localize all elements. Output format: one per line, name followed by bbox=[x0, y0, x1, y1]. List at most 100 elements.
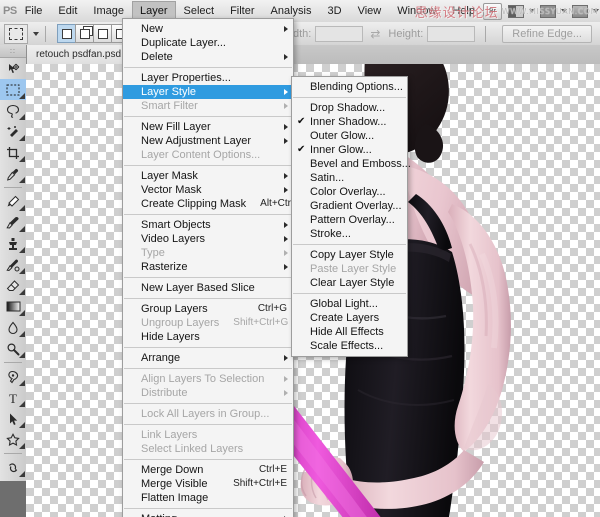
menu-item-drop-shadow[interactable]: Drop Shadow... bbox=[292, 101, 407, 115]
pen-tool[interactable] bbox=[0, 366, 26, 387]
dodge-tool[interactable] bbox=[0, 338, 26, 359]
menu-item-duplicate-layer[interactable]: Duplicate Layer... bbox=[123, 36, 293, 50]
swap-width-height-icon[interactable]: ⇄ bbox=[370, 27, 380, 41]
move-tool[interactable] bbox=[0, 58, 26, 79]
menu-edit[interactable]: Edit bbox=[50, 1, 85, 21]
width-input[interactable] bbox=[315, 25, 364, 42]
screen-mode-chevron-down-icon[interactable] bbox=[592, 9, 599, 13]
menu-help[interactable]: Help bbox=[444, 1, 483, 21]
layer-menu-dropdown[interactable]: New Duplicate Layer... Delete Layer Propert… bbox=[122, 18, 307, 517]
flyout-triangle-icon[interactable] bbox=[19, 135, 25, 141]
menu-item-hide-all-effects[interactable]: Hide All Effects bbox=[292, 325, 407, 339]
menu-item-blending-options[interactable]: Blending Options... bbox=[292, 80, 407, 94]
launch-bridge-button[interactable]: Br bbox=[482, 2, 502, 20]
screen-mode-icon[interactable] bbox=[571, 4, 588, 18]
blur-tool[interactable] bbox=[0, 317, 26, 338]
menu-item-new[interactable]: New bbox=[123, 22, 293, 36]
flyout-triangle-icon[interactable] bbox=[19, 268, 25, 274]
view-extras-icon[interactable] bbox=[507, 4, 524, 18]
menu-item-vector-mask[interactable]: Vector Mask bbox=[123, 183, 293, 197]
menu-item-create-clipping-mask[interactable]: Create Clipping Mask Alt+Ctrl+G bbox=[123, 197, 307, 211]
flyout-triangle-icon[interactable] bbox=[19, 380, 25, 386]
flyout-triangle-icon[interactable] bbox=[19, 443, 25, 449]
menu-item-new-layer-based-slice[interactable]: New Layer Based Slice bbox=[123, 281, 293, 295]
menu-item-color-overlay[interactable]: Color Overlay... bbox=[292, 185, 407, 199]
flyout-triangle-icon[interactable] bbox=[19, 401, 25, 407]
rectangular-marquee-tool[interactable] bbox=[0, 79, 26, 100]
height-input[interactable] bbox=[427, 25, 476, 42]
menu-item-inner-glow[interactable]: ✔ Inner Glow... bbox=[292, 143, 407, 157]
menu-item-video-layers[interactable]: Video Layers bbox=[123, 232, 293, 246]
menu-item-rasterize[interactable]: Rasterize bbox=[123, 260, 293, 274]
brush-tool[interactable] bbox=[0, 212, 26, 233]
menu-item-bevel-and-emboss[interactable]: Bevel and Emboss... bbox=[292, 157, 411, 171]
lasso-tool[interactable] bbox=[0, 100, 26, 121]
view-extras-chevron-down-icon[interactable] bbox=[528, 9, 535, 13]
menu-window[interactable]: Window bbox=[389, 1, 444, 21]
path-selection-tool[interactable] bbox=[0, 408, 26, 429]
gradient-tool[interactable] bbox=[0, 296, 26, 317]
menu-item-smart-objects[interactable]: Smart Objects bbox=[123, 218, 293, 232]
menu-item-layer-properties[interactable]: Layer Properties... bbox=[123, 71, 293, 85]
flyout-triangle-icon[interactable] bbox=[19, 331, 25, 337]
menu-item-matting[interactable]: Matting bbox=[123, 512, 293, 517]
menu-item-layer-mask[interactable]: Layer Mask bbox=[123, 169, 293, 183]
flyout-triangle-icon[interactable] bbox=[19, 93, 25, 99]
menu-item-gradient-overlay[interactable]: Gradient Overlay... bbox=[292, 199, 407, 213]
3d-rotate-tool[interactable] bbox=[0, 457, 26, 478]
arrange-documents-icon[interactable] bbox=[539, 4, 556, 18]
quick-selection-tool[interactable] bbox=[0, 121, 26, 142]
layer-style-submenu[interactable]: Blending Options... Drop Shadow... ✔ Inner … bbox=[291, 76, 411, 357]
flyout-triangle-icon[interactable] bbox=[19, 156, 25, 162]
menu-item-pattern-overlay[interactable]: Pattern Overlay... bbox=[292, 213, 407, 227]
menu-item-layer-style[interactable]: Layer Style bbox=[123, 85, 293, 99]
menu-3d[interactable]: 3D bbox=[320, 1, 350, 21]
horizontal-type-tool[interactable]: T bbox=[0, 387, 26, 408]
menu-item-scale-effects[interactable]: Scale Effects... bbox=[292, 339, 407, 353]
spot-healing-brush-tool[interactable] bbox=[0, 191, 26, 212]
flyout-triangle-icon[interactable] bbox=[19, 289, 25, 295]
flyout-triangle-icon[interactable] bbox=[19, 114, 25, 120]
refine-edge-button[interactable]: Refine Edge... bbox=[502, 24, 592, 43]
menu-view[interactable]: View bbox=[350, 1, 390, 21]
tool-preset-picker[interactable] bbox=[4, 23, 28, 44]
flyout-triangle-icon[interactable] bbox=[19, 471, 25, 477]
menu-item-outer-glow[interactable]: Outer Glow... bbox=[292, 129, 407, 143]
menu-item-merge-down[interactable]: Merge Down Ctrl+E bbox=[123, 463, 293, 477]
menu-item-copy-layer-style[interactable]: Copy Layer Style bbox=[292, 248, 407, 262]
subtract-from-selection-button[interactable] bbox=[93, 24, 112, 43]
menu-item-stroke[interactable]: Stroke... bbox=[292, 227, 407, 241]
tool-preset-chevron-down-icon[interactable] bbox=[33, 31, 39, 36]
clone-stamp-tool[interactable] bbox=[0, 233, 26, 254]
menu-item-new-adjustment-layer[interactable]: New Adjustment Layer bbox=[123, 134, 293, 148]
menu-file[interactable]: File bbox=[17, 1, 51, 21]
menu-item-hide-layers[interactable]: Hide Layers bbox=[123, 330, 293, 344]
flyout-triangle-icon[interactable] bbox=[19, 226, 25, 232]
menu-item-merge-visible[interactable]: Merge Visible Shift+Ctrl+E bbox=[123, 477, 293, 491]
menu-item-group-layers[interactable]: Group Layers Ctrl+G bbox=[123, 302, 293, 316]
menu-item-clear-layer-style[interactable]: Clear Layer Style bbox=[292, 276, 407, 290]
menu-item-delete[interactable]: Delete bbox=[123, 50, 293, 64]
flyout-triangle-icon[interactable] bbox=[19, 205, 25, 211]
new-selection-button[interactable] bbox=[57, 24, 76, 43]
menu-item-arrange[interactable]: Arrange bbox=[123, 351, 293, 365]
add-to-selection-button[interactable] bbox=[75, 24, 94, 43]
menu-item-new-fill-layer[interactable]: New Fill Layer bbox=[123, 120, 293, 134]
menu-item-flatten-image[interactable]: Flatten Image bbox=[123, 491, 293, 505]
eraser-tool[interactable] bbox=[0, 275, 26, 296]
custom-shape-tool[interactable] bbox=[0, 429, 26, 450]
eyedropper-tool[interactable] bbox=[0, 163, 26, 184]
history-brush-tool[interactable] bbox=[0, 254, 26, 275]
flyout-triangle-icon[interactable] bbox=[19, 247, 25, 253]
menu-item-satin[interactable]: Satin... bbox=[292, 171, 407, 185]
menu-item-create-layers[interactable]: Create Layers bbox=[292, 311, 407, 325]
flyout-triangle-icon[interactable] bbox=[19, 422, 25, 428]
arrange-documents-chevron-down-icon[interactable] bbox=[560, 9, 567, 13]
toolbox-grip[interactable]: :: bbox=[0, 45, 26, 58]
menu-item-inner-shadow[interactable]: ✔ Inner Shadow... bbox=[292, 115, 407, 129]
crop-tool[interactable] bbox=[0, 142, 26, 163]
flyout-triangle-icon[interactable] bbox=[19, 310, 25, 316]
flyout-triangle-icon[interactable] bbox=[19, 352, 25, 358]
menu-item-global-light[interactable]: Global Light... bbox=[292, 297, 407, 311]
flyout-triangle-icon[interactable] bbox=[19, 177, 25, 183]
